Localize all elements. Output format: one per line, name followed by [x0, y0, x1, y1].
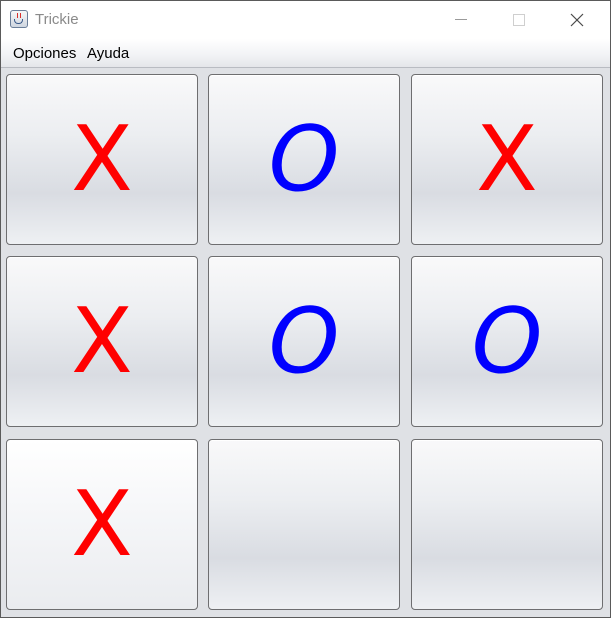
java-steam-glyph	[17, 13, 21, 18]
title-bar[interactable]: Trickie	[1, 1, 610, 39]
board-cell-8[interactable]	[208, 439, 400, 610]
board-cell-4[interactable]: X	[6, 256, 198, 427]
board-cell-1[interactable]: X	[6, 74, 198, 245]
close-icon	[570, 13, 584, 27]
menu-opciones[interactable]: Opciones	[13, 45, 76, 62]
game-board: X O X X O O X	[1, 68, 610, 617]
minimize-button[interactable]	[432, 1, 490, 39]
cell-mark: O	[268, 106, 340, 212]
cell-mark	[209, 440, 399, 609]
close-button[interactable]	[548, 1, 606, 39]
maximize-button[interactable]	[490, 1, 548, 39]
cell-mark: X	[71, 471, 133, 577]
cell-mark: X	[476, 106, 538, 212]
cell-mark: X	[71, 288, 133, 394]
board-cell-3[interactable]: X	[411, 74, 603, 245]
menu-ayuda[interactable]: Ayuda	[87, 45, 129, 62]
board-cell-5[interactable]: O	[208, 256, 400, 427]
window-title: Trickie	[35, 11, 79, 28]
board-cell-9[interactable]	[411, 439, 603, 610]
board-cell-7[interactable]: X	[6, 439, 198, 610]
menu-bar: Opciones Ayuda	[1, 39, 610, 68]
board-cell-6[interactable]: O	[411, 256, 603, 427]
cell-mark: O	[268, 288, 340, 394]
java-cup-icon	[10, 10, 28, 28]
java-cup-glyph	[14, 19, 23, 24]
cell-mark	[412, 440, 602, 609]
cell-mark: X	[71, 106, 133, 212]
cell-mark: O	[471, 288, 543, 394]
game-window: Trickie Opciones Ayuda X O X X O O X	[0, 0, 611, 618]
board-cell-2[interactable]: O	[208, 74, 400, 245]
